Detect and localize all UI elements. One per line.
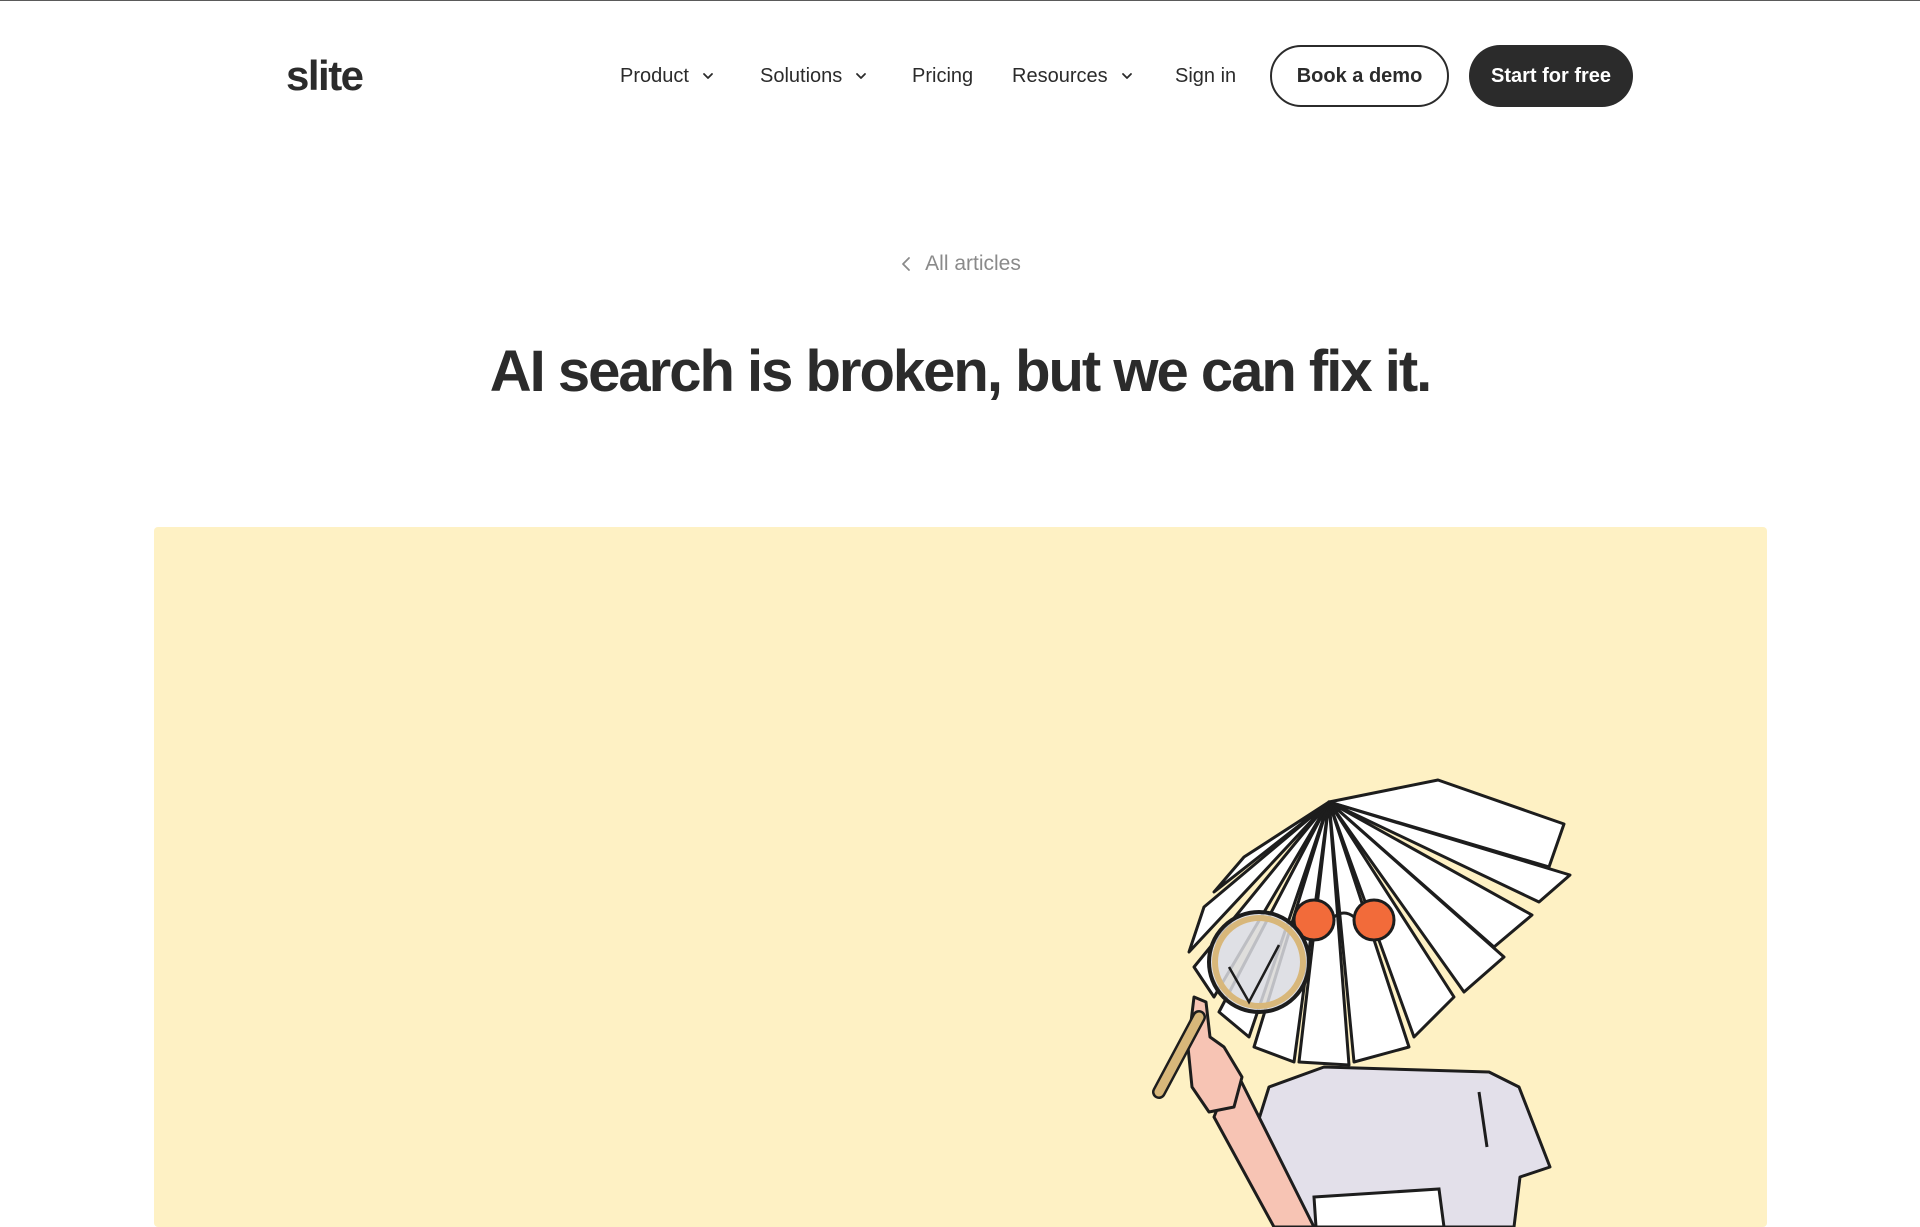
sign-in-link[interactable]: Sign in [1175,46,1236,106]
book-head-person-illustration [1152,778,1572,1227]
start-for-free-button[interactable]: Start for free [1469,45,1633,107]
chevron-left-icon [899,256,913,272]
all-articles-label: All articles [925,252,1021,275]
nav-product-label: Product [620,64,689,87]
nav-pricing-label: Pricing [912,64,974,87]
chevron-down-icon [854,69,868,83]
article-title: AI search is broken, but we can fix it. [489,339,1433,404]
nav-product[interactable]: Product [620,46,715,106]
nav-resources[interactable]: Resources [1012,46,1134,106]
chevron-down-icon [1120,69,1134,83]
sign-in-label: Sign in [1175,64,1237,87]
nav-resources-label: Resources [1012,64,1108,87]
nav-pricing[interactable]: Pricing [912,46,973,106]
nav-solutions-label: Solutions [760,64,843,87]
site-header: slite Product Solutions Pricing Resource… [0,0,1920,152]
slite-logo[interactable]: slite [286,48,364,104]
book-demo-button[interactable]: Book a demo [1270,45,1449,107]
all-articles-link[interactable]: All articles [0,252,1920,276]
chevron-down-icon [701,69,715,83]
hero-image [154,527,1767,1227]
nav-solutions[interactable]: Solutions [760,46,868,106]
